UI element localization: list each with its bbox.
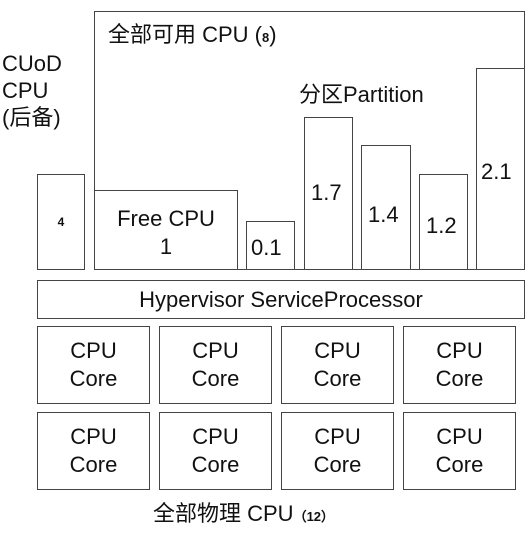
free-cpu-value: 1 bbox=[159, 234, 173, 259]
cpu-core-line-1: CPU bbox=[192, 338, 239, 363]
cuod-label-line-1: CUoD bbox=[2, 51, 62, 76]
cuod-value: 4 bbox=[57, 215, 65, 229]
cpu-core-line-1: CPU bbox=[70, 424, 117, 449]
cpu-core-box: CPU Core bbox=[281, 326, 394, 404]
cpu-core-line-2: Core bbox=[313, 366, 362, 391]
cpu-core-box: CPU Core bbox=[159, 326, 272, 404]
available-cpu-title: 全部可用 CPU (8) bbox=[108, 24, 277, 46]
partition-value: 1.4 bbox=[368, 202, 399, 227]
hypervisor-box: Hypervisor ServiceProcessor bbox=[37, 280, 525, 319]
cpu-core-line-1: CPU bbox=[314, 424, 361, 449]
cuod-label: CUoD CPU (后备) bbox=[2, 50, 62, 131]
cpu-core-box: CPU Core bbox=[403, 412, 516, 490]
cuod-label-line-2: CPU bbox=[2, 78, 49, 103]
partition-box: 2.1 bbox=[476, 68, 525, 270]
cpu-core-line-2: Core bbox=[191, 452, 240, 477]
cuod-box: 4 bbox=[37, 174, 85, 270]
available-cpu-title-text: 全部可用 CPU ( bbox=[108, 22, 263, 47]
cuod-label-line-3: (后备) bbox=[2, 105, 61, 130]
cpu-core-box: CPU Core bbox=[403, 326, 516, 404]
cpu-core-box: CPU Core bbox=[37, 326, 150, 404]
free-cpu-box: Free CPU 1 bbox=[94, 190, 238, 270]
partition-box: 0.1 bbox=[246, 221, 295, 270]
cpu-core-line-1: CPU bbox=[192, 424, 239, 449]
partition-value: 2.1 bbox=[481, 159, 512, 184]
cpu-core-line-2: Core bbox=[191, 366, 240, 391]
cpu-core-line-2: Core bbox=[313, 452, 362, 477]
partition-value: 0.1 bbox=[251, 235, 282, 260]
cpu-core-line-1: CPU bbox=[314, 338, 361, 363]
cpu-core-line-1: CPU bbox=[436, 424, 483, 449]
partition-box: 1.2 bbox=[419, 174, 468, 270]
physical-cpu-count: （12） bbox=[293, 509, 335, 524]
cpu-core-line-1: CPU bbox=[70, 338, 117, 363]
cpu-core-box: CPU Core bbox=[37, 412, 150, 490]
cpu-core-line-1: CPU bbox=[436, 338, 483, 363]
cpu-core-box: CPU Core bbox=[281, 412, 394, 490]
partition-box: 1.7 bbox=[304, 117, 353, 270]
hypervisor-label: Hypervisor ServiceProcessor bbox=[139, 286, 423, 312]
partition-value: 1.7 bbox=[311, 180, 342, 205]
physical-cpu-label-text: 全部物理 CPU bbox=[153, 501, 294, 526]
partition-label: 分区Partition bbox=[299, 82, 424, 107]
available-cpu-title-close: ) bbox=[269, 22, 277, 47]
partition-box: 1.4 bbox=[361, 145, 411, 270]
cpu-core-line-2: Core bbox=[69, 452, 118, 477]
physical-cpu-label: 全部物理 CPU（12） bbox=[153, 503, 334, 525]
cpu-core-line-2: Core bbox=[435, 366, 484, 391]
free-cpu-label: Free CPU bbox=[117, 206, 215, 231]
cpu-core-line-2: Core bbox=[435, 452, 484, 477]
cpu-core-line-2: Core bbox=[69, 366, 118, 391]
partition-value: 1.2 bbox=[426, 213, 457, 238]
cpu-core-box: CPU Core bbox=[159, 412, 272, 490]
